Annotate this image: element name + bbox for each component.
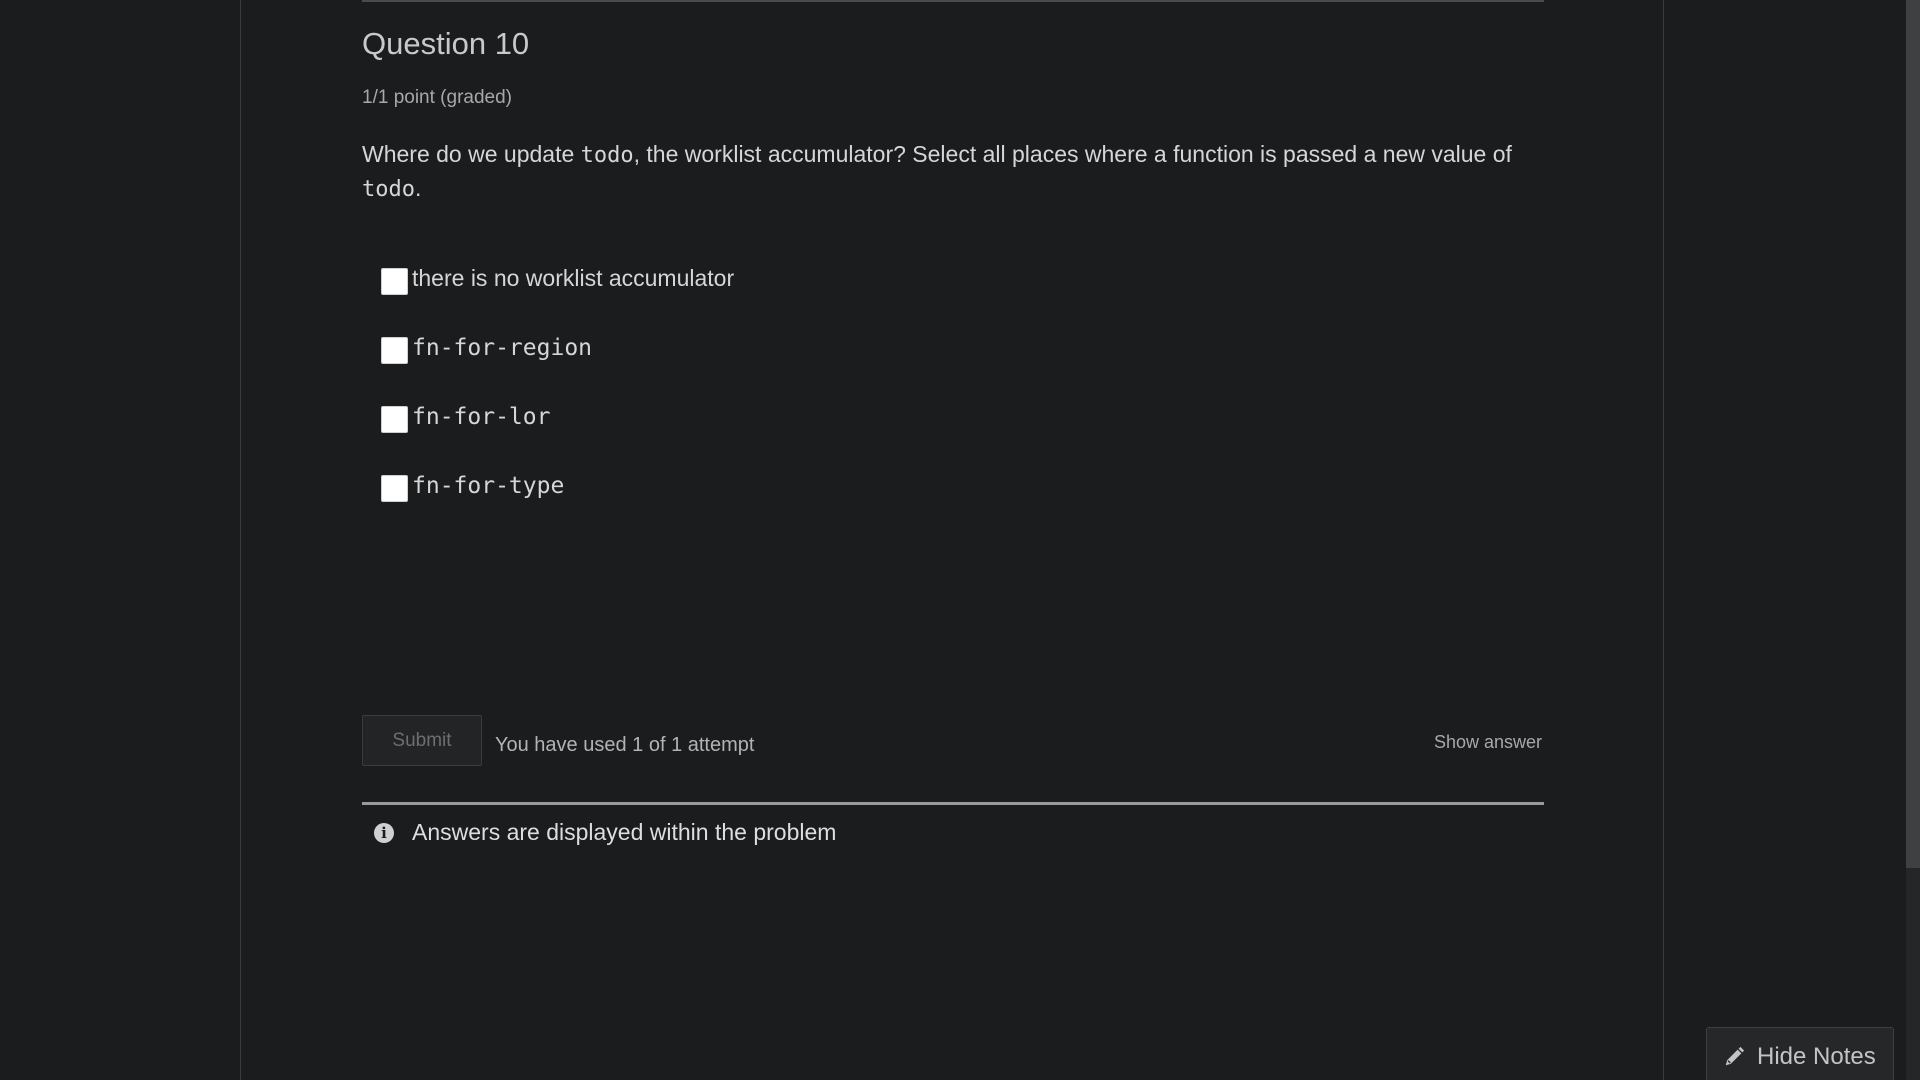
scrollbar[interactable] <box>1906 0 1920 1080</box>
prompt-code-todo: todo <box>580 143 634 168</box>
info-icon: i <box>374 822 394 843</box>
question-title: Question 10 <box>362 26 530 61</box>
hide-notes-button[interactable]: Hide Notes <box>1706 1027 1894 1080</box>
choice-fn-for-type[interactable]: fn-for-type <box>381 451 1544 520</box>
prompt-text-2: , the worklist accumulator? Select all p… <box>633 141 1512 167</box>
choice-fn-for-region[interactable]: fn-for-region <box>381 313 1544 382</box>
choice-label: there is no worklist accumulator <box>412 265 735 291</box>
choice-checkbox[interactable] <box>381 406 408 433</box>
pencil-icon <box>1725 1046 1745 1066</box>
page: Question 10 1/1 point (graded) Where do … <box>0 0 1920 1080</box>
choice-checkbox[interactable] <box>381 268 408 295</box>
notice-text: Answers are displayed within the problem <box>412 819 837 845</box>
show-answer-link[interactable]: Show answer <box>1434 732 1542 753</box>
prompt-code-todo: todo <box>362 177 415 202</box>
prompt-text-3: . <box>414 175 422 201</box>
choice-checkbox[interactable] <box>381 337 408 364</box>
choice-label: fn-for-type <box>412 472 565 499</box>
scrollbar-thumb[interactable] <box>1906 0 1920 868</box>
question-prompt: Where do we update todo, the worklist ac… <box>362 138 1544 206</box>
submit-button[interactable]: Submit <box>362 715 482 766</box>
choice-list: there is no worklist accumulator fn-for-… <box>362 244 1544 520</box>
choice-checkbox[interactable] <box>381 475 408 502</box>
choice-label: fn-for-lor <box>412 403 551 430</box>
answer-notice: i Answers are displayed within the probl… <box>362 802 1544 846</box>
problem-block: Question 10 1/1 point (graded) Where do … <box>362 0 1544 845</box>
top-divider <box>362 0 1544 2</box>
choice-label: fn-for-region <box>412 334 593 361</box>
points-status: 1/1 point (graded) <box>362 87 512 108</box>
attempts-text: You have used 1 of 1 attempt <box>495 734 755 756</box>
choice-fn-for-lor[interactable]: fn-for-lor <box>381 382 1544 451</box>
choice-no-accumulator[interactable]: there is no worklist accumulator <box>381 244 1544 313</box>
prompt-text-1: Where do we update <box>362 141 581 167</box>
problem-actions: Submit You have used 1 of 1 attempt Show… <box>362 715 1544 767</box>
hide-notes-label: Hide Notes <box>1757 1043 1876 1070</box>
